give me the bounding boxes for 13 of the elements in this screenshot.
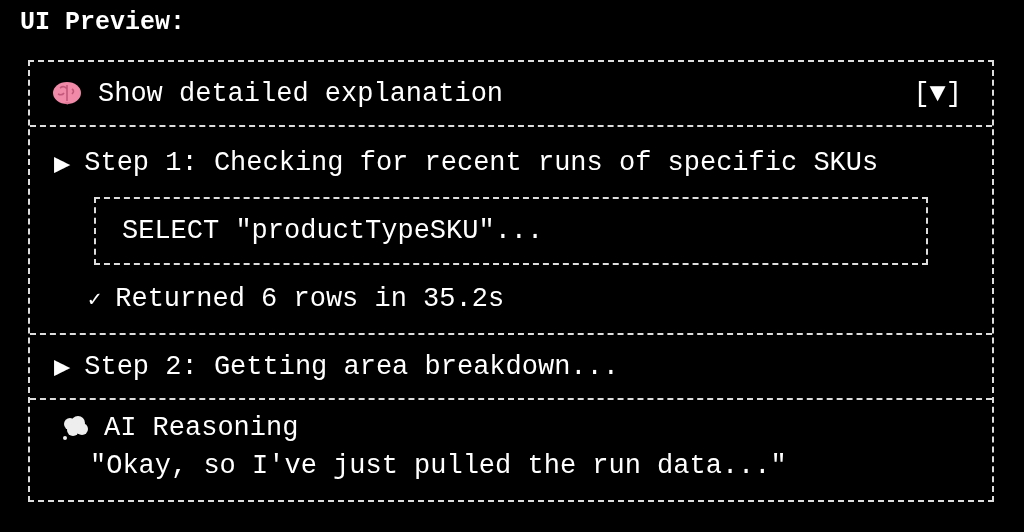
- page-title: UI Preview:: [20, 7, 186, 39]
- expand-marker[interactable]: ▶: [54, 350, 71, 383]
- check-mark: ✓: [88, 286, 102, 313]
- reasoning-text: "Okay, so I've just pulled the run data...": [89, 450, 787, 483]
- step-title: Step 2: Getting area breakdown...: [84, 351, 619, 382]
- step-title: Step 1: Checking for recent runs of specific SKUs: [84, 148, 879, 178]
- toggle-label: Show detailed explanation: [98, 78, 505, 109]
- reasoning-heading: AI Reasoning: [104, 413, 299, 443]
- result-text: Returned 6 rows in 35.2s: [115, 284, 505, 314]
- expand-toggle[interactable]: [▼]: [913, 78, 962, 109]
- query-text: SELECT "productTypeSKU"...: [122, 216, 544, 246]
- expand-marker[interactable]: ▶: [54, 146, 71, 180]
- thought-bubble-icon: [60, 414, 90, 442]
